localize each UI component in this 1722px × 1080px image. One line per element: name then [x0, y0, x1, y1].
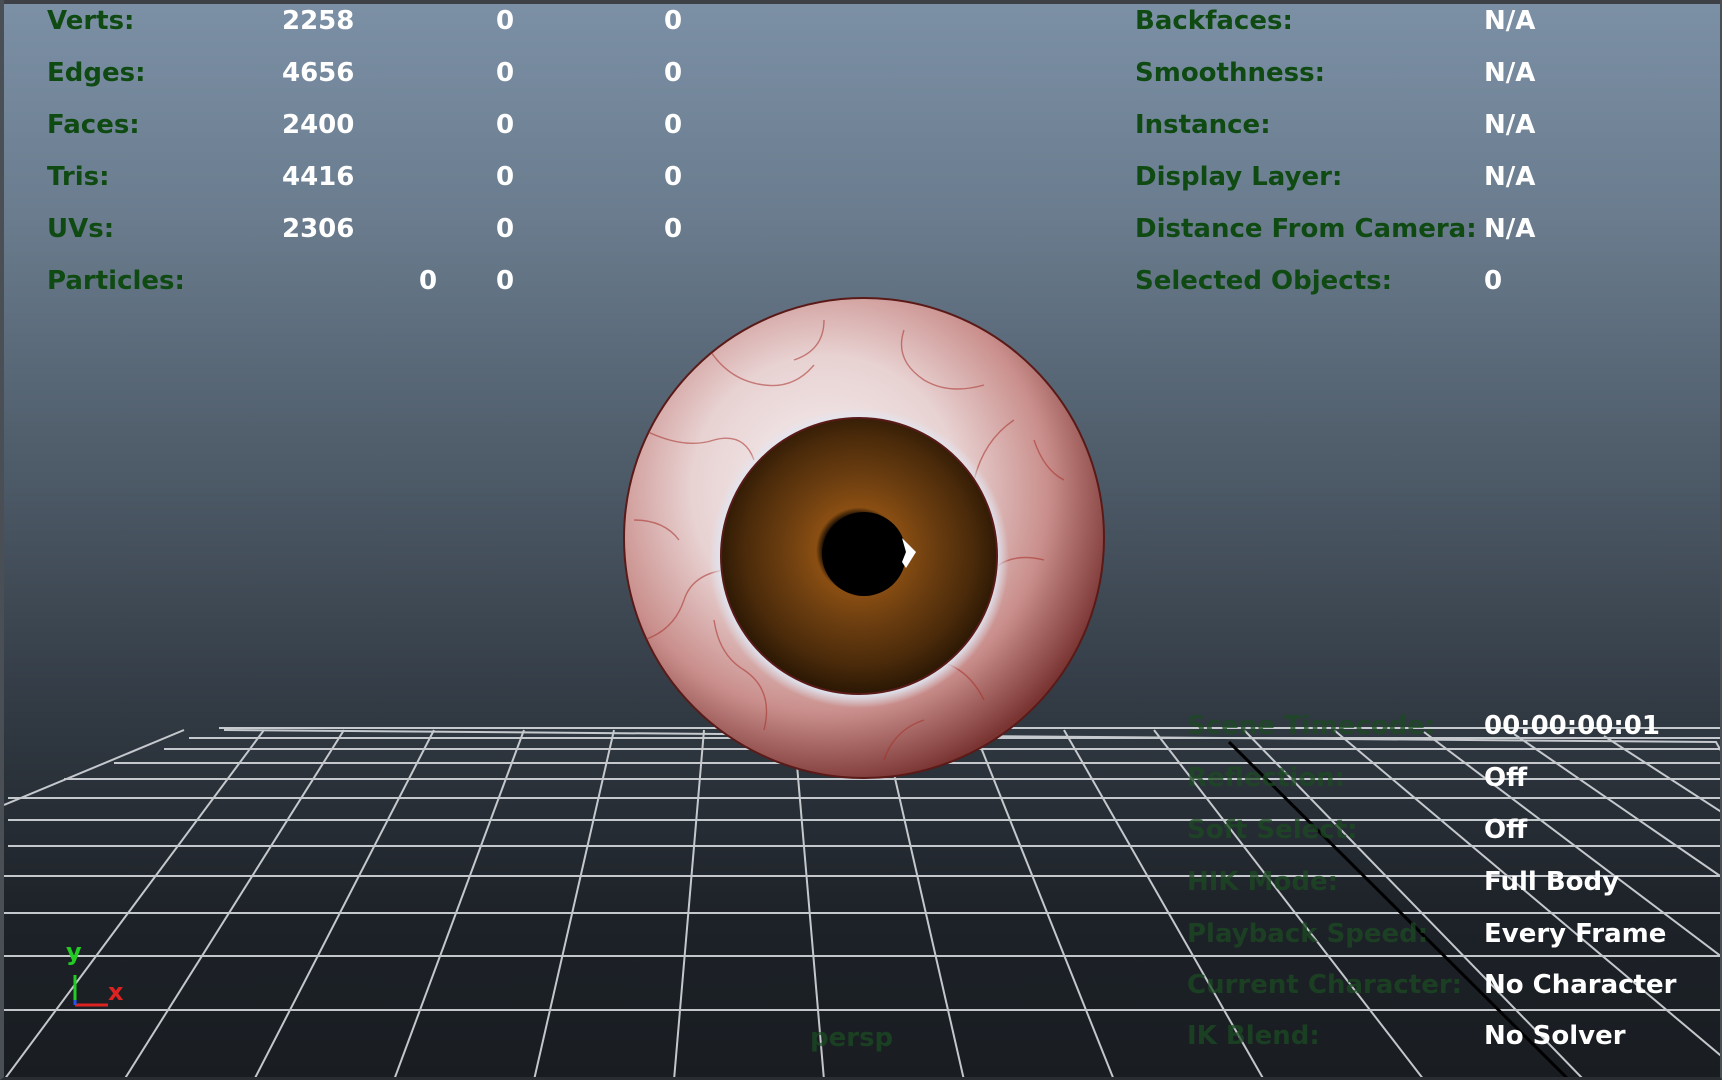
hud-value: No Character	[1484, 970, 1677, 1000]
hud-value: 0	[496, 214, 515, 244]
hud-value: 0	[496, 266, 515, 296]
grid-line	[4, 729, 185, 806]
hud-value: 0	[496, 162, 515, 192]
hud-label: Scene Timecode:	[1187, 711, 1436, 741]
grid-line	[124, 729, 345, 1077]
hud-value: 4416	[282, 162, 355, 192]
hud-label: Distance From Camera:	[1135, 214, 1477, 244]
hud-label: Particles:	[47, 266, 185, 296]
pupil	[822, 512, 906, 596]
hud-value: N/A	[1484, 162, 1536, 192]
hud-value: 0	[496, 110, 515, 140]
grid-line	[883, 729, 965, 1077]
scene-canvas: y x	[4, 297, 1720, 1077]
hud-value: N/A	[1484, 58, 1536, 88]
hud-value: N/A	[1484, 214, 1536, 244]
hud-label: UVs:	[47, 214, 115, 244]
axis-x-label: x	[108, 978, 124, 1006]
grid-line	[4, 729, 265, 1077]
hud-value: 0	[664, 214, 683, 244]
hud-label: Display Layer:	[1135, 162, 1343, 192]
hud-value: Off	[1484, 815, 1528, 845]
hud-value: N/A	[1484, 6, 1536, 36]
hud-label: Faces:	[47, 110, 140, 140]
hud-value: 0	[496, 58, 515, 88]
hud-value: 0	[664, 162, 683, 192]
hud-label: Smoothness:	[1135, 58, 1325, 88]
hud-label: Tris:	[47, 162, 110, 192]
grid-line	[1513, 733, 1720, 878]
grid-line	[394, 729, 525, 1077]
viewport-persp[interactable]: y x Verts: 2258 0 0 Edges: 4656 0 0 Face…	[0, 0, 1722, 1080]
hud-label: Reflection:	[1187, 763, 1346, 793]
hud-value: 0	[496, 6, 515, 36]
hud-label: Playback Speed:	[1187, 919, 1429, 949]
hud-value: Off	[1484, 763, 1528, 793]
hud-value: 0	[664, 6, 683, 36]
hud-value: 00:00:00:01	[1484, 711, 1660, 741]
axis-y-label: y	[66, 938, 82, 966]
hud-value: 2306	[282, 214, 355, 244]
hud-value: 0	[419, 266, 438, 296]
eyeball-model[interactable]	[623, 297, 1105, 779]
hud-value: N/A	[1484, 110, 1536, 140]
hud-value: 0	[1484, 266, 1503, 296]
hud-value: 0	[664, 110, 683, 140]
grid-line	[1603, 735, 1720, 813]
hud-label: HIK Mode:	[1187, 867, 1339, 897]
hud-label: Edges:	[47, 58, 146, 88]
grid-line	[673, 729, 705, 1077]
hud-label: IK Blend:	[1187, 1021, 1320, 1051]
camera-name-label: persp	[810, 1023, 894, 1053]
hud-label: Instance:	[1135, 110, 1271, 140]
hud-value: 2400	[282, 110, 355, 140]
hud-value: 0	[664, 58, 683, 88]
grid-line	[254, 729, 435, 1077]
hud-label: Backfaces:	[1135, 6, 1293, 36]
hud-label: Soft Select:	[1187, 815, 1358, 845]
hud-value: 4656	[282, 58, 355, 88]
hud-label: Selected Objects:	[1135, 266, 1393, 296]
hud-value: No Solver	[1484, 1021, 1626, 1051]
hud-value: 2258	[282, 6, 355, 36]
grid-line	[533, 729, 615, 1077]
hud-label: Current Character:	[1187, 970, 1463, 1000]
hud-value: Every Frame	[1484, 919, 1667, 949]
hud-label: Verts:	[47, 6, 135, 36]
hud-value: Full Body	[1484, 867, 1620, 897]
axis-gizmo-icon: y x	[66, 938, 124, 1007]
